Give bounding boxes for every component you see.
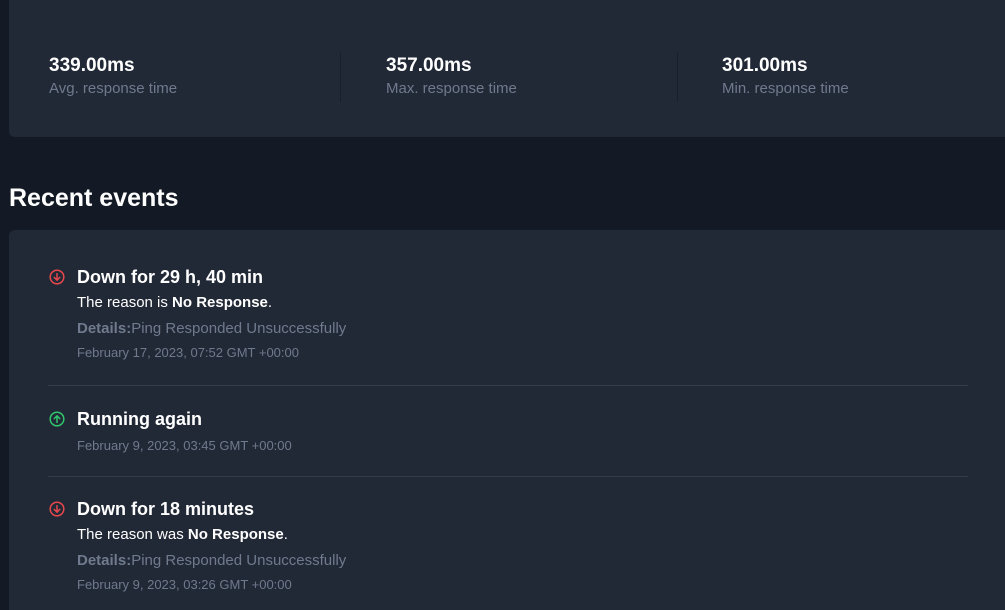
event-title: Down for 18 minutes bbox=[77, 499, 255, 519]
event-timestamp: February 17, 2023, 07:52 GMT +00:00 bbox=[77, 345, 299, 360]
event-divider bbox=[48, 385, 968, 386]
arrow-down-circle-icon bbox=[49, 269, 65, 285]
stat-max-response: 357.00ms Max. response time bbox=[386, 54, 517, 99]
stat-divider bbox=[340, 52, 341, 102]
event-divider bbox=[48, 476, 968, 477]
stat-value: 339.00ms bbox=[49, 55, 135, 76]
stat-divider bbox=[677, 52, 678, 102]
stat-value: 357.00ms bbox=[386, 55, 472, 76]
event-title: Down for 29 h, 40 min bbox=[77, 267, 264, 287]
event-details: Details:Ping Responded Unsuccessfully bbox=[77, 320, 347, 337]
event-timestamp: February 9, 2023, 03:45 GMT +00:00 bbox=[77, 438, 292, 453]
stat-value: 301.00ms bbox=[722, 55, 808, 76]
response-stats-card: 339.00ms Avg. response time 357.00ms Max… bbox=[9, 0, 1005, 137]
arrow-down-circle-icon bbox=[49, 501, 65, 517]
arrow-up-circle-icon bbox=[49, 411, 65, 427]
stat-min-response: 301.00ms Min. response time bbox=[722, 54, 849, 99]
section-title-recent-events: Recent events bbox=[9, 184, 179, 212]
event-reason: The reason was No Response. bbox=[77, 526, 288, 543]
stat-label: Min. response time bbox=[722, 80, 849, 97]
event-timestamp: February 9, 2023, 03:26 GMT +00:00 bbox=[77, 577, 292, 592]
recent-events-card: Down for 29 h, 40 min The reason is No R… bbox=[9, 230, 1005, 610]
stat-label: Avg. response time bbox=[49, 80, 178, 97]
event-title: Running again bbox=[77, 409, 202, 429]
event-details: Details:Ping Responded Unsuccessfully bbox=[77, 552, 347, 569]
event-reason: The reason is No Response. bbox=[77, 294, 273, 311]
stat-label: Max. response time bbox=[386, 80, 517, 97]
stat-avg-response: 339.00ms Avg. response time bbox=[49, 54, 177, 99]
